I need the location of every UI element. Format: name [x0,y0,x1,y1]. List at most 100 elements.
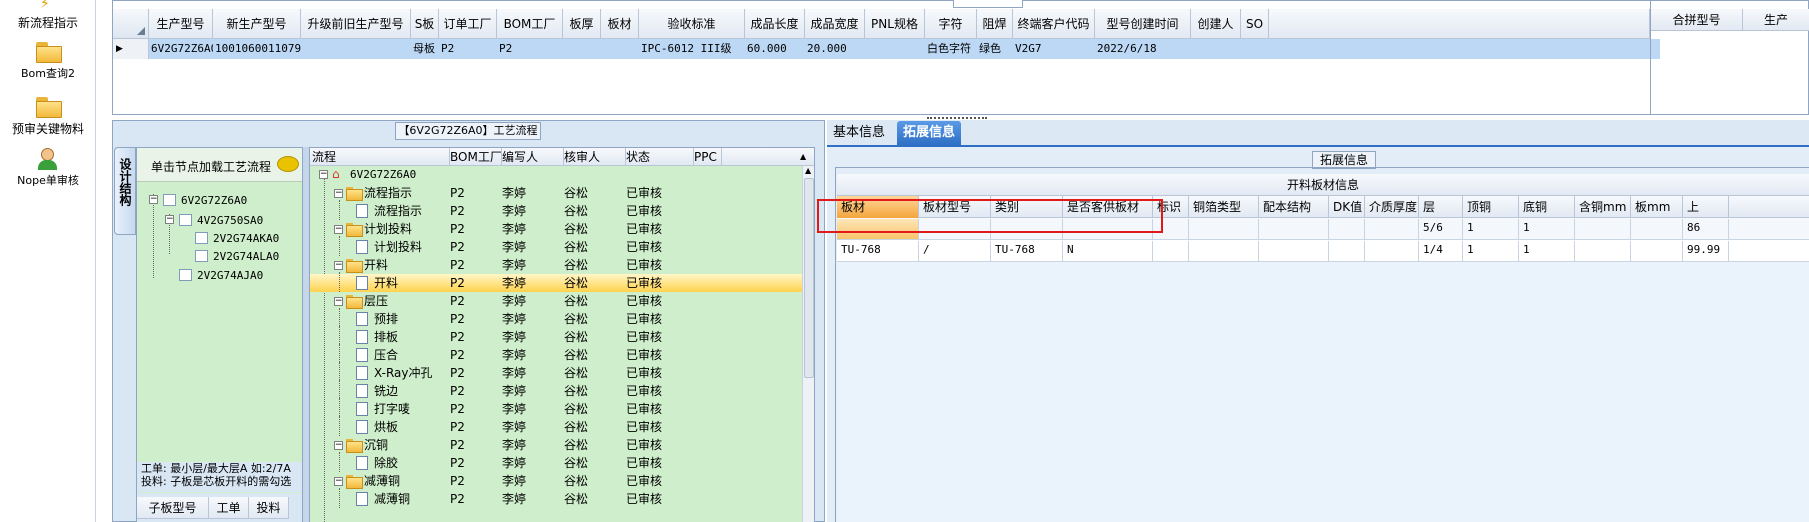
mat-cell[interactable] [1631,219,1683,239]
table-row[interactable]: 开料 P2 李婷 谷松 已审核 [310,272,802,292]
mat-cell[interactable] [1259,219,1329,239]
col-work-order[interactable]: 工单 [209,497,249,519]
mat-col-header[interactable]: 上 [1683,196,1729,218]
mat-cell[interactable]: 1 [1463,219,1519,239]
mat-col-header[interactable]: 层 [1419,196,1463,218]
flow-col-header[interactable]: BOM工厂 [450,148,502,166]
grid-col-header[interactable]: PNL规格 [865,9,925,39]
table-row[interactable]: ▶ 6V2G72Z6A0 10010600110793 母板 P2 P2 IPC-6012… [113,39,1660,59]
table-row[interactable]: 预排 P2 李婷 谷松 已审核 [310,308,802,328]
mat-cell[interactable] [1575,241,1631,261]
mat-cell[interactable]: 1 [1519,219,1575,239]
table-row[interactable]: − 减薄铜 P2 李婷 谷松 已审核 [310,472,802,490]
grid-col-header[interactable]: SO [1241,9,1269,39]
mat-cell[interactable] [1575,219,1631,239]
table-row[interactable]: − 层压 P2 李婷 谷松 已审核 [310,292,802,310]
table-row[interactable]: 排板 P2 李婷 谷松 已审核 [310,326,802,346]
tree-collapse-icon[interactable]: − [334,297,343,306]
tab-basic-info[interactable]: 基本信息 [827,121,891,145]
table-row[interactable]: X-Ray冲孔 P2 李婷 谷松 已审核 [310,362,802,382]
grid-col-header[interactable]: 新生产型号 [213,9,301,39]
tree-collapse-icon[interactable]: − [334,441,343,450]
table-row[interactable]: 铣边 P2 李婷 谷松 已审核 [310,380,802,400]
tree-collapse-icon[interactable]: − [334,225,343,234]
grid-col-header[interactable]: 验收标准 [639,9,745,39]
col-feed[interactable]: 投料 [249,497,289,519]
table-row[interactable]: 打字唛 P2 李婷 谷松 已审核 [310,398,802,418]
mat-cell[interactable]: TU-768 [837,241,919,261]
nav-item-pre-review[interactable]: 预审关键物料 [0,95,96,137]
table-row[interactable]: − 流程指示 P2 李婷 谷松 已审核 [310,184,802,202]
nav-item-new-flow[interactable]: ⚡ 新流程指示 [0,0,96,31]
mat-cell[interactable] [1259,241,1329,261]
mat-cell[interactable] [1189,241,1259,261]
table-row[interactable]: − 计划投料 P2 李婷 谷松 已审核 [310,220,802,238]
mat-cell[interactable]: TU-768 [991,241,1063,261]
mat-cell[interactable]: 1/4 [1419,241,1463,261]
mat-cell[interactable] [1153,241,1189,261]
mat-cell[interactable]: 1 [1519,241,1575,261]
flow-col-header[interactable]: PPC [694,148,722,166]
mat-cell[interactable] [1365,219,1419,239]
table-row[interactable]: 压合 P2 李婷 谷松 已审核 [310,344,802,364]
mat-col-header[interactable]: 配本结构 [1259,196,1329,218]
grid-col-header[interactable]: 终端客户代码 [1013,9,1095,39]
table-row[interactable]: 流程指示 P2 李婷 谷松 已审核 [310,200,802,220]
mat-cell[interactable]: 5/6 [1419,219,1463,239]
mat-cell[interactable]: 99.99 [1683,241,1729,261]
tree-node[interactable]: 6V2G72Z6A0 [181,192,247,210]
grid-col-header[interactable]: 创建人 [1191,9,1241,39]
mat-col-header[interactable]: DK值 [1329,196,1365,218]
grid-col-header[interactable]: S板 [411,9,439,39]
scroll-thumb[interactable] [804,178,814,378]
grid-col-header[interactable]: 板材 [601,9,639,39]
table-row[interactable]: TU-768/TU-768 N 1/4 1 1 99.99 [837,240,1809,262]
flow-col-header[interactable]: 流程 [312,148,450,166]
grid-col-header[interactable]: 字符 [925,9,977,39]
grid-col-header[interactable]: 型号创建时间 [1095,9,1191,39]
tree-node[interactable]: 4V2G750SA0 [197,212,263,230]
grid-col-header[interactable]: 成品宽度 [805,9,865,39]
mat-col-header[interactable]: 板mm [1631,196,1683,218]
tab-extended-info[interactable]: 拓展信息 [897,121,962,145]
table-row[interactable]: − 沉铜 P2 李婷 谷松 已审核 [310,436,802,454]
mat-cell[interactable] [1365,241,1419,261]
mat-cell[interactable]: N [1063,241,1153,261]
mat-cell[interactable] [1329,219,1365,239]
mat-cell[interactable]: 1 [1463,241,1519,261]
tree-node[interactable]: 2V2G74AKA0 [213,230,279,248]
mat-cell[interactable]: / [919,241,991,261]
mat-col-header[interactable]: 介质厚度 [1365,196,1419,218]
tree-collapse-icon[interactable]: − [334,477,343,486]
flow-col-header[interactable]: 核审人 [564,148,626,166]
mat-col-header[interactable]: 铜箔类型 [1189,196,1259,218]
nav-item-bom-query[interactable]: Bom查询2 [0,40,96,81]
tree-node[interactable]: 2V2G74ALA0 [213,248,279,266]
side-col-merged-model[interactable]: 合拼型号 [1651,9,1743,31]
mat-cell[interactable] [1631,241,1683,261]
nav-item-nope-review[interactable]: Nope单审核 [0,146,96,188]
flow-root[interactable]: 6V2G72Z6A0 [350,166,416,184]
tree-collapse-icon[interactable]: − [334,261,343,270]
grid-col-header[interactable]: 成品长度 [745,9,805,39]
grid-col-header[interactable]: 阻焊 [977,9,1013,39]
mat-col-header[interactable]: 顶铜 [1463,196,1519,218]
table-row[interactable]: 计划投料 P2 李婷 谷松 已审核 [310,236,802,256]
mat-col-header[interactable]: 底铜 [1519,196,1575,218]
table-row[interactable]: 减薄铜 P2 李婷 谷松 已审核 [310,488,802,508]
scroll-up-icon[interactable]: ▲ [805,166,811,175]
tree-node[interactable]: 2V2G74AJA0 [197,267,263,285]
grid-col-header[interactable]: 升级前旧生产型号 [301,9,411,39]
table-row[interactable]: 烘板 P2 李婷 谷松 已审核 [310,416,802,436]
grid-col-header[interactable]: 板厚 [563,9,601,39]
tree-collapse-icon[interactable]: − [319,170,328,179]
tab-design-structure[interactable]: 设计结构 [114,147,136,235]
splitter-handle[interactable] [953,0,1023,8]
mat-cell[interactable] [1189,219,1259,239]
mat-col-header[interactable]: 含铜mm [1575,196,1631,218]
flow-col-header[interactable]: 状态 [626,148,694,166]
sort-up-icon[interactable]: ▲ [800,152,806,161]
mat-cell[interactable] [1329,241,1365,261]
tree-collapse-icon[interactable]: − [334,189,343,198]
grid-col-header[interactable]: 订单工厂 [439,9,497,39]
